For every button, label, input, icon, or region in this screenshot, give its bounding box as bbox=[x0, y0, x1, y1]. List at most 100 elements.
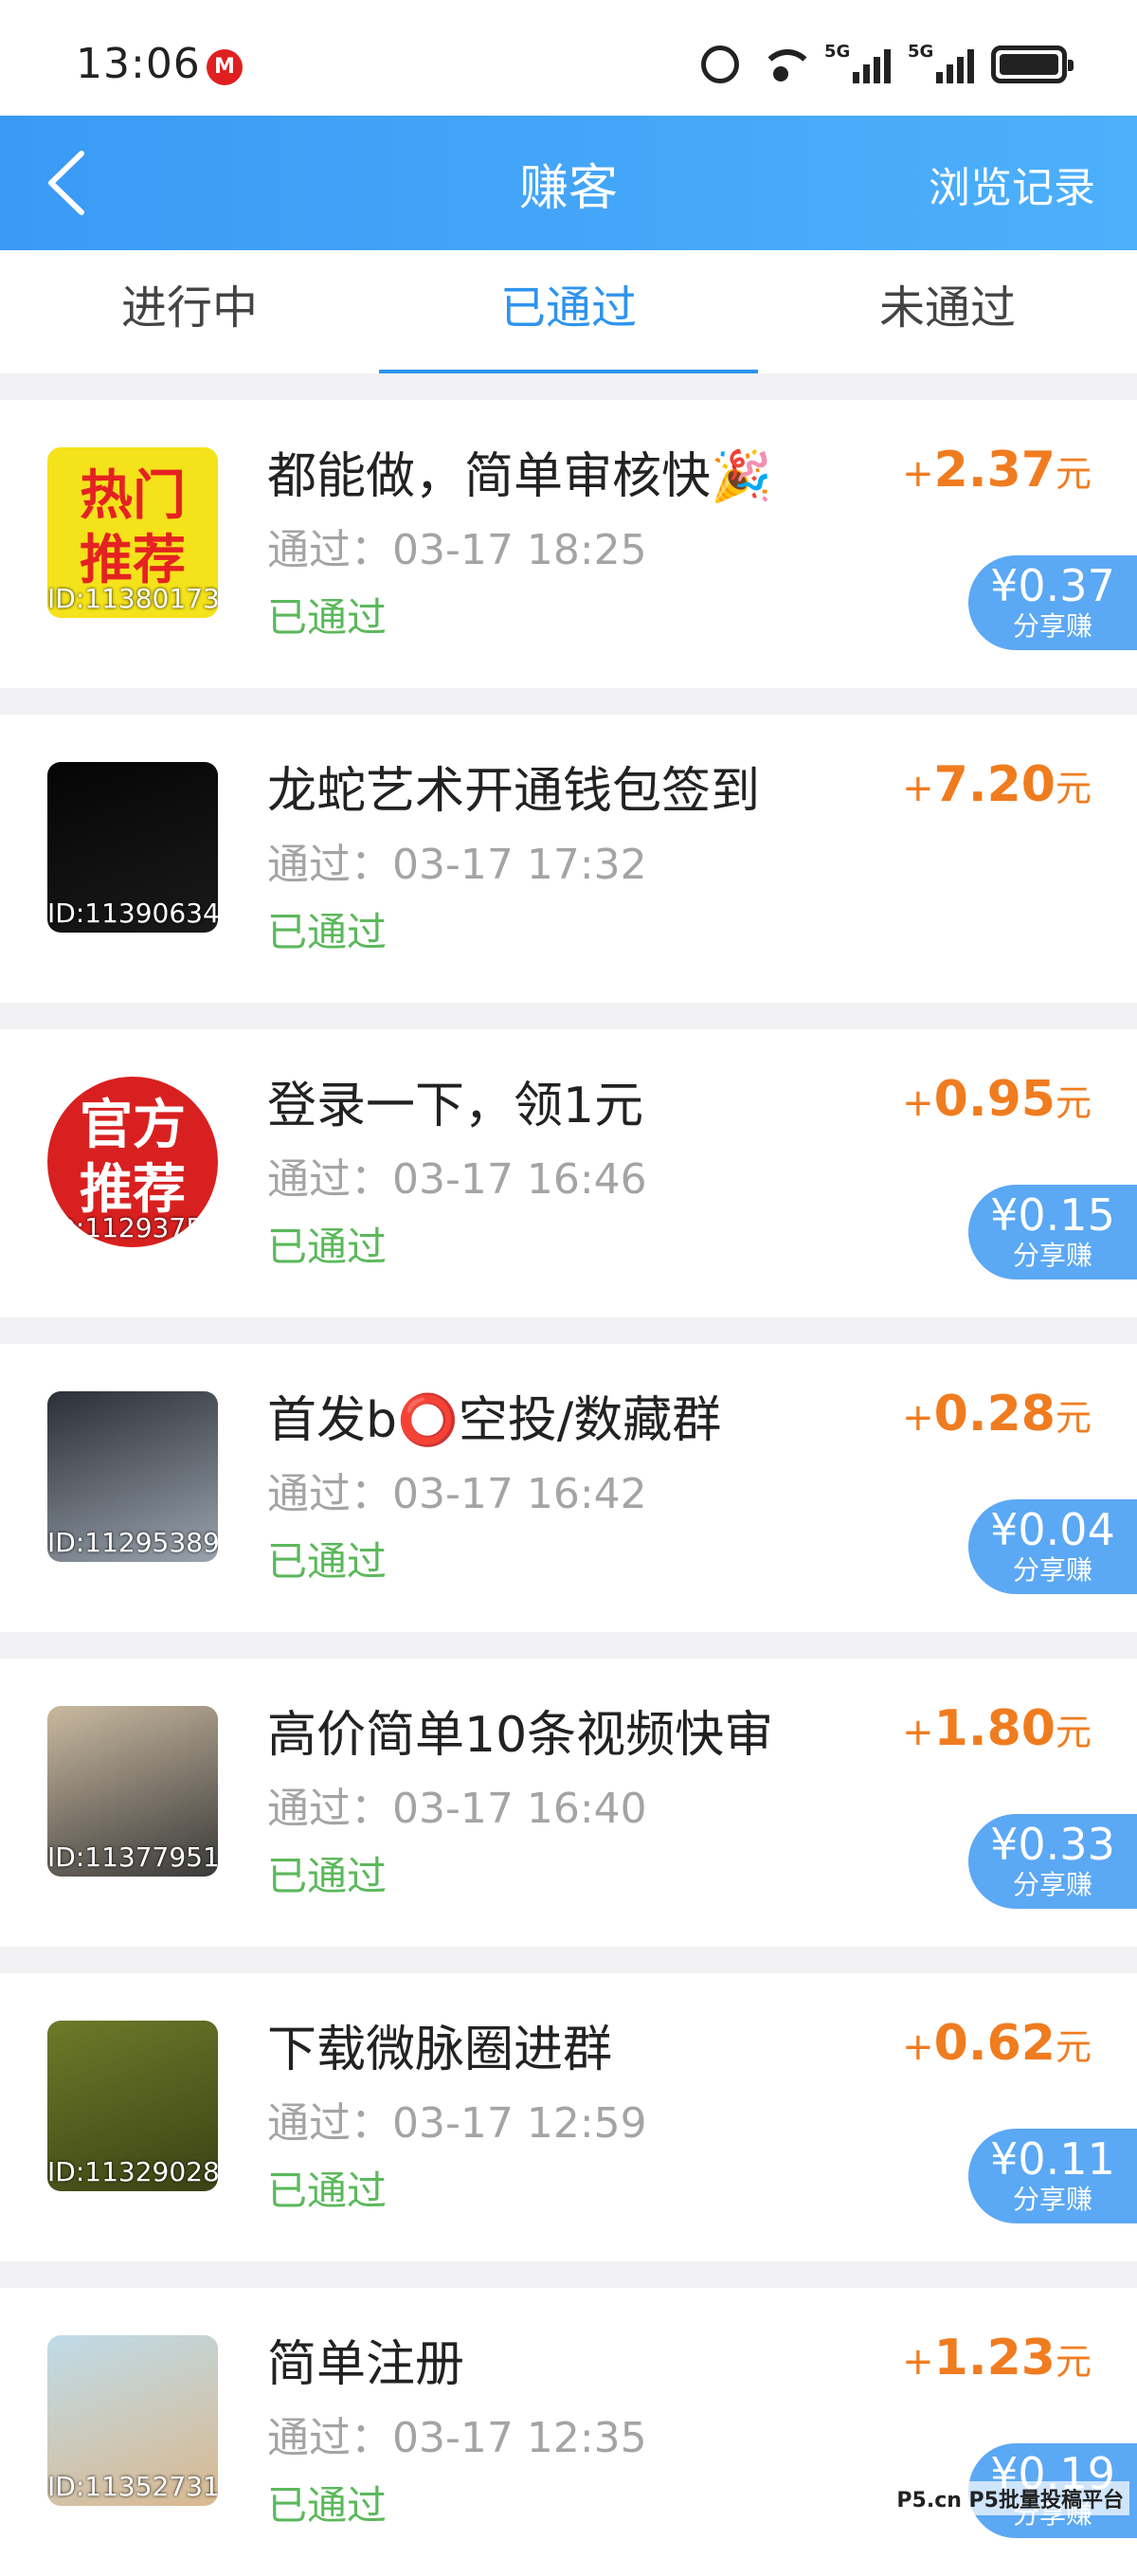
reward-sign: + bbox=[902, 1081, 934, 1125]
status-badge: 已通过 bbox=[267, 1530, 387, 1587]
share-earn-button[interactable]: ¥0.11分享赚 bbox=[968, 2129, 1137, 2223]
task-id-label: ID:11295389 bbox=[47, 1527, 218, 1558]
task-thumbnail: ID:11329028 bbox=[47, 2021, 218, 2191]
share-label: 分享赚 bbox=[968, 1871, 1137, 1899]
reward-unit: 元 bbox=[1056, 768, 1092, 809]
status-badge: 已通过 bbox=[267, 2159, 387, 2217]
task-item[interactable]: ID:11390634 龙蛇艺术开通钱包签到通过：03-17 17:32 已通过 +7… bbox=[0, 715, 1137, 1003]
task-id-label: ID:11390634 bbox=[47, 898, 218, 929]
task-title: 登录一下，领1元 bbox=[267, 1065, 643, 1136]
task-title: 高价简单10条视频快审 bbox=[267, 1695, 773, 1766]
reward-sign: + bbox=[902, 452, 934, 496]
reward-unit: 元 bbox=[1056, 1712, 1092, 1753]
task-pass-time: 通过：03-17 12:35 bbox=[267, 2404, 647, 2464]
status-badge: 已通过 bbox=[267, 900, 387, 958]
wifi-icon bbox=[756, 45, 807, 83]
reward-sign: + bbox=[902, 2340, 934, 2384]
task-item[interactable]: ID:11352731简单注册通过：03-17 12:35已通过+1.23元¥0… bbox=[0, 2288, 1137, 2576]
task-thumbnail: ID:11352731 bbox=[47, 2335, 218, 2506]
watermark: P5.cn P5批量投稿平台 bbox=[891, 2481, 1129, 2515]
network-type-label-2: 5G bbox=[908, 42, 933, 62]
tab-rejected[interactable]: 未通过 bbox=[758, 250, 1137, 373]
share-amount: ¥0.11 bbox=[968, 2132, 1137, 2186]
browse-history-link[interactable]: 浏览记录 bbox=[929, 154, 1095, 214]
task-pass-time: 通过：03-17 17:32 bbox=[267, 830, 647, 891]
reward-amount: +7.20元 bbox=[902, 756, 1092, 813]
share-label: 分享赚 bbox=[968, 2186, 1137, 2214]
reward-amount: +2.37元 bbox=[902, 442, 1092, 499]
task-title: 龙蛇艺术开通钱包签到 bbox=[267, 751, 760, 822]
task-thumbnail: 热门推荐ID:11380173 bbox=[47, 447, 218, 618]
tab-bar: 进行中 已通过 未通过 bbox=[0, 250, 1137, 373]
thumbnail-badge-text: 官方推荐 bbox=[57, 1094, 208, 1223]
task-pass-time: 通过：03-17 12:59 bbox=[267, 2089, 647, 2150]
task-title: 首发b⭕空投/数藏群 bbox=[267, 1380, 721, 1451]
reward-amount: +1.80元 bbox=[902, 1700, 1092, 1757]
reward-amount: 2.37 bbox=[934, 442, 1056, 499]
reward-unit: 元 bbox=[1056, 1082, 1092, 1124]
share-earn-button[interactable]: ¥0.33分享赚 bbox=[968, 1814, 1137, 1909]
task-thumbnail: ID:11295389 bbox=[47, 1391, 218, 1562]
carrier-icon: M bbox=[207, 49, 243, 85]
status-badge: 已通过 bbox=[267, 1844, 387, 1902]
task-thumbnail: ID:11377951 bbox=[47, 1706, 218, 1877]
reward-unit: 元 bbox=[1056, 2026, 1092, 2068]
reward-amount: 0.28 bbox=[934, 1386, 1056, 1442]
reward-sign: + bbox=[902, 1711, 934, 1754]
reward-unit: 元 bbox=[1056, 2341, 1092, 2383]
task-id-label: ID:11352731 bbox=[47, 2471, 218, 2502]
status-icons: 5G 5G bbox=[701, 45, 1067, 83]
reward-amount: 1.23 bbox=[934, 2330, 1056, 2386]
share-earn-button[interactable]: ¥0.37分享赚 bbox=[968, 555, 1137, 650]
share-label: 分享赚 bbox=[968, 1242, 1137, 1270]
task-title: 下载微脉圈进群 bbox=[267, 2009, 612, 2080]
task-list: 热门推荐ID:11380173 都能做，简单审核快🎉 通过：03-17 18:25 已… bbox=[0, 373, 1137, 2576]
task-thumbnail: 官方推荐ID:11293758 bbox=[47, 1077, 218, 1247]
reward-amount: +0.28元 bbox=[902, 1386, 1092, 1442]
task-item[interactable]: 官方推荐ID:11293758登录一下，领1元通过：03-17 16:46已通过… bbox=[0, 1029, 1137, 1317]
share-earn-button[interactable]: ¥0.15分享赚 bbox=[968, 1185, 1137, 1279]
reward-amount: 0.62 bbox=[934, 2015, 1056, 2072]
reward-sign: + bbox=[902, 767, 934, 810]
tab-in-progress[interactable]: 进行中 bbox=[0, 250, 379, 373]
reward-amount: +0.62元 bbox=[902, 2015, 1092, 2072]
task-pass-time: 通过：03-17 18:25 bbox=[267, 516, 647, 576]
status-time: 13:06 bbox=[76, 40, 201, 88]
reward-sign: + bbox=[902, 1396, 934, 1440]
battery-icon bbox=[991, 45, 1067, 83]
task-item[interactable]: ID:11295389 首发b⭕空投/数藏群通过：03-17 16:42 已通过 +0… bbox=[0, 1344, 1137, 1632]
task-id-label: ID:11377951 bbox=[47, 1841, 218, 1873]
reward-amount: 0.95 bbox=[934, 1071, 1056, 1128]
signal-icon: 5G bbox=[824, 45, 891, 83]
share-amount: ¥0.33 bbox=[968, 1818, 1137, 1871]
network-type-label: 5G bbox=[824, 42, 850, 62]
reward-amount: +0.95元 bbox=[902, 1071, 1092, 1128]
task-pass-time: 通过：03-17 16:42 bbox=[267, 1460, 647, 1520]
share-amount: ¥0.37 bbox=[968, 559, 1137, 612]
alarm-icon bbox=[701, 45, 739, 83]
task-item[interactable]: ID:11329028 下载微脉圈进群通过：03-17 12:59 已通过 +0.62… bbox=[0, 1973, 1137, 2261]
reward-amount: +1.23元 bbox=[902, 2330, 1092, 2386]
reward-unit: 元 bbox=[1056, 1397, 1092, 1439]
task-id-label: ID:11380173 bbox=[47, 583, 218, 614]
nav-bar: 赚客 浏览记录 bbox=[0, 116, 1137, 250]
task-title: 都能做，简单审核快🎉 bbox=[267, 436, 772, 507]
task-thumbnail: ID:11390634 bbox=[47, 762, 218, 933]
share-label: 分享赚 bbox=[968, 1556, 1137, 1585]
share-earn-button[interactable]: ¥0.04分享赚 bbox=[968, 1499, 1137, 1594]
task-title: 简单注册 bbox=[267, 2324, 464, 2395]
reward-sign: + bbox=[902, 2025, 934, 2069]
status-bar: 13:06 M 5G 5G bbox=[0, 0, 1137, 116]
thumbnail-badge-text: 热门推荐 bbox=[57, 464, 208, 593]
share-amount: ¥0.04 bbox=[968, 1503, 1137, 1556]
task-id-label: ID:11329028 bbox=[47, 2156, 218, 2187]
task-pass-time: 通过：03-17 16:46 bbox=[267, 1145, 647, 1206]
task-pass-time: 通过：03-17 16:40 bbox=[267, 1774, 647, 1835]
task-item[interactable]: ID:11377951 高价简单10条视频快审通过：03-17 16:40 已通过 +… bbox=[0, 1659, 1137, 1947]
share-amount: ¥0.15 bbox=[968, 1188, 1137, 1242]
reward-amount: 1.80 bbox=[934, 1700, 1056, 1757]
signal-icon-2: 5G bbox=[908, 45, 974, 83]
tab-passed[interactable]: 已通过 bbox=[379, 250, 758, 373]
share-label: 分享赚 bbox=[968, 612, 1137, 641]
task-item[interactable]: 热门推荐ID:11380173都能做，简单审核快🎉通过：03-17 18:25已… bbox=[0, 400, 1137, 688]
